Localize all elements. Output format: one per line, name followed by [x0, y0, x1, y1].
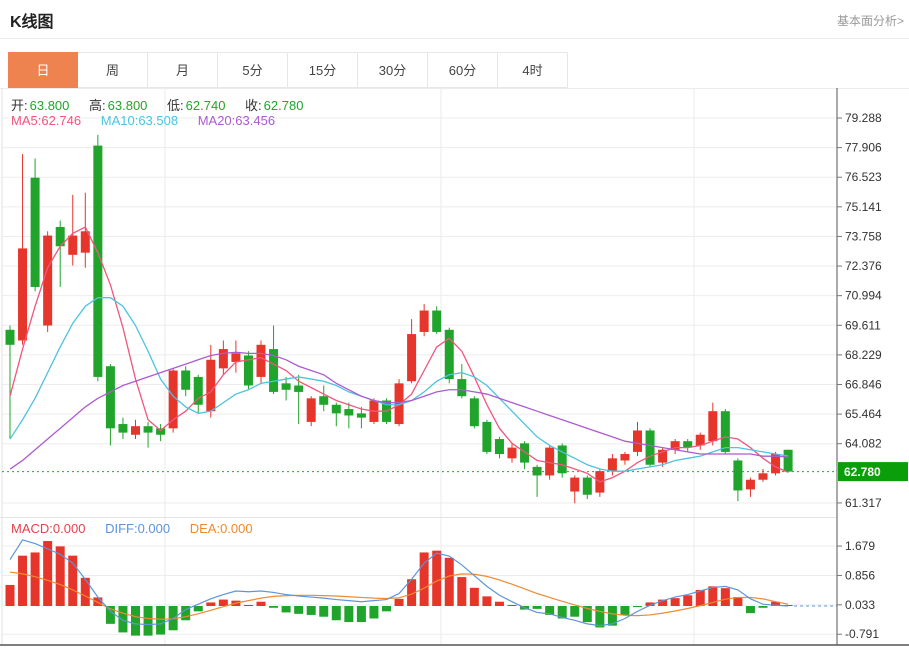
- candle: [269, 326, 278, 395]
- axis-tick-label: 76.523: [845, 170, 882, 184]
- axis-tick-label: 64.082: [845, 437, 882, 451]
- tab-day[interactable]: 日: [8, 52, 78, 88]
- tab-month[interactable]: 月: [148, 52, 218, 88]
- macd-histogram: [6, 541, 793, 636]
- axis-tick-label: 0.033: [845, 598, 875, 612]
- candle: [671, 439, 680, 454]
- candle: [771, 452, 780, 476]
- candle: [746, 478, 755, 497]
- candle: [81, 193, 90, 268]
- candle: [420, 304, 429, 336]
- candle: [106, 364, 115, 445]
- candle: [68, 195, 77, 266]
- candle: [608, 454, 617, 475]
- candle: [595, 469, 604, 497]
- candle: [18, 154, 27, 345]
- candle: [319, 385, 328, 411]
- kline-widget: K线图 基本面分析> 日周月5分15分30分60分4时 79.288 77.906…: [0, 0, 909, 648]
- page-title: K线图: [10, 8, 54, 32]
- fundamental-analysis-link[interactable]: 基本面分析>: [837, 12, 904, 29]
- candle: [93, 135, 102, 381]
- axis-tick-label: 77.906: [845, 141, 882, 155]
- candle: [482, 420, 491, 454]
- tab-15min[interactable]: 15分: [288, 52, 358, 88]
- candle: [194, 375, 203, 414]
- candle: [432, 306, 441, 334]
- axis-tick-label: 73.758: [845, 229, 882, 243]
- header-divider: [0, 38, 909, 39]
- axis-tick-label: 75.141: [845, 200, 882, 214]
- candle: [520, 441, 529, 469]
- candle: [457, 364, 466, 398]
- axis-tick-label: 0.856: [845, 568, 875, 582]
- candle: [244, 351, 253, 390]
- candle: [646, 428, 655, 467]
- candle: [759, 469, 768, 482]
- axis-tick-label: 65.464: [845, 407, 882, 421]
- axis-tick-label: 70.994: [845, 289, 882, 303]
- candle: [407, 319, 416, 383]
- interval-tabs: 日周月5分15分30分60分4时: [8, 52, 568, 88]
- axis-tick-label: 69.611: [845, 318, 881, 332]
- candle: [257, 341, 266, 384]
- axis-tick-label: 1.679: [845, 539, 875, 553]
- current-price-badge-label: 62.780: [844, 465, 881, 479]
- tab-5min[interactable]: 5分: [218, 52, 288, 88]
- candle: [131, 420, 140, 439]
- tab-4hour[interactable]: 4时: [498, 52, 568, 88]
- candle: [583, 475, 592, 499]
- kline-macd-chart[interactable]: 79.288 77.906 76.523 75.141 73.758 72.376 70.9…: [0, 88, 909, 648]
- axis-tick-label: 66.846: [845, 378, 882, 392]
- candle: [219, 341, 228, 375]
- axis-tick-label: -0.791: [845, 627, 879, 641]
- candle: [181, 366, 190, 396]
- axis-tick-label: 72.376: [845, 259, 882, 273]
- candle: [633, 422, 642, 456]
- candle: [696, 433, 705, 450]
- axis-tick-label: 61.317: [845, 496, 882, 510]
- candle: [470, 396, 479, 428]
- candle: [56, 221, 65, 287]
- tab-30min[interactable]: 30分: [358, 52, 428, 88]
- candle: [570, 475, 579, 503]
- right-axis: 79.288 77.906 76.523 75.141 73.758 72.376 70.9…: [0, 88, 909, 645]
- candle: [118, 418, 127, 439]
- candle: [43, 231, 52, 332]
- axis-tick-label: 68.229: [845, 348, 882, 362]
- tab-60min[interactable]: 60分: [428, 52, 498, 88]
- candle: [533, 465, 542, 497]
- candle: [784, 450, 793, 473]
- candle: [231, 341, 240, 373]
- candle: [495, 437, 504, 458]
- candle: [156, 424, 165, 441]
- candle: [620, 452, 629, 465]
- gridlines: [0, 88, 837, 645]
- axis-tick-label: 79.288: [845, 111, 882, 125]
- candle: [31, 158, 40, 291]
- candle: [733, 458, 742, 501]
- candle: [307, 396, 316, 426]
- candle: [708, 403, 717, 446]
- candle: [282, 377, 291, 401]
- candle: [558, 443, 567, 477]
- tab-week[interactable]: 周: [78, 52, 148, 88]
- candle: [683, 439, 692, 452]
